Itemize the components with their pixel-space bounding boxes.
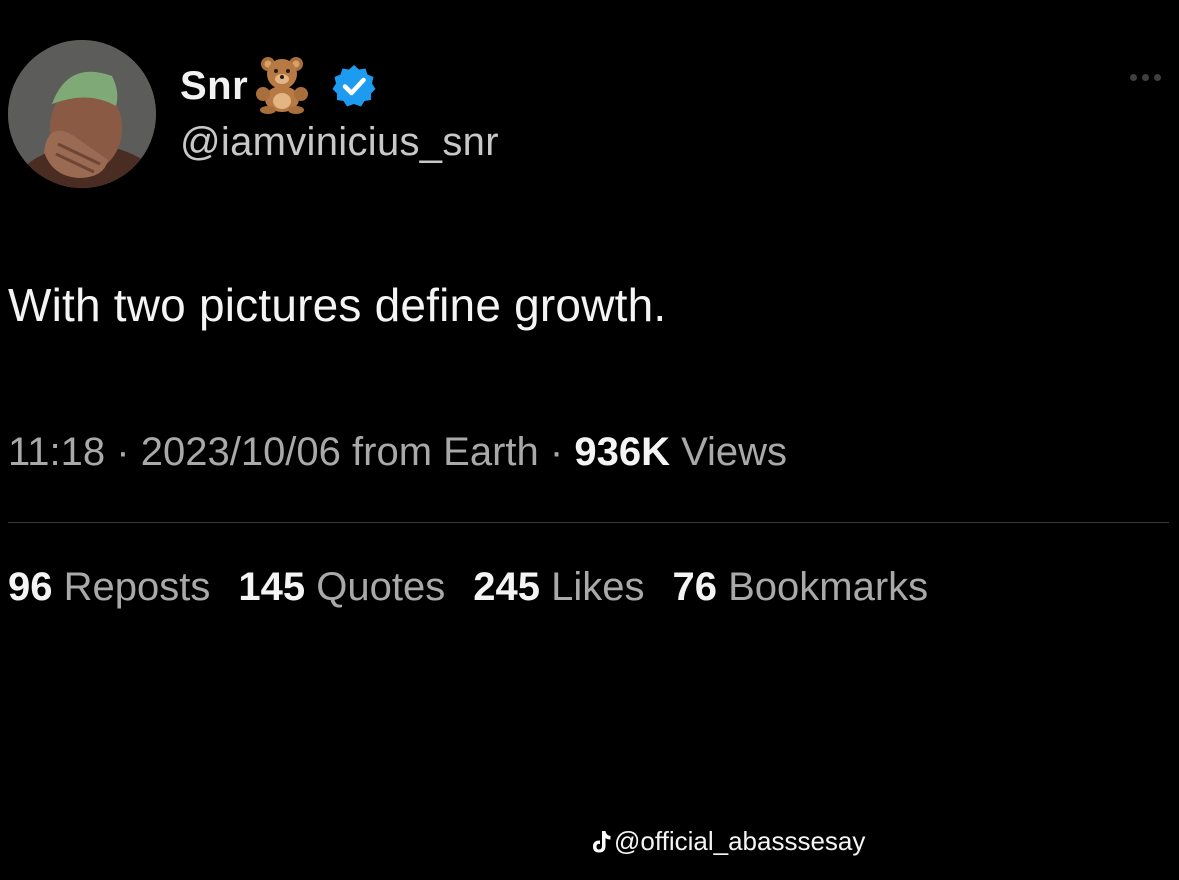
- verified-badge-icon[interactable]: [330, 62, 378, 110]
- stat-count: 96: [8, 565, 53, 609]
- tweet-meta: 11:18 · 2023/10/06 from Earth · 936K Vie…: [8, 430, 787, 475]
- watermark-text: @official_abasssesay: [614, 826, 866, 856]
- stat-label: Likes: [551, 565, 645, 609]
- stat-reposts[interactable]: 96 Reposts: [8, 565, 210, 610]
- views-label: Views: [681, 430, 788, 474]
- stat-label: Reposts: [63, 565, 211, 609]
- divider: [8, 522, 1169, 523]
- stat-bookmarks[interactable]: 76 Bookmarks: [672, 565, 928, 610]
- engagement-stats: 96 Reposts 145 Quotes 245 Likes 76 Bookm…: [8, 565, 928, 610]
- tweet-text: With two pictures define growth.: [8, 279, 667, 331]
- author-handle[interactable]: @iamvinicius_snr: [180, 120, 499, 165]
- stat-count: 76: [672, 565, 717, 609]
- views-count: 936K: [574, 430, 670, 474]
- tiktok-logo-icon: [593, 830, 611, 852]
- more-options-icon[interactable]: [1130, 74, 1161, 81]
- teddy-bear-icon: [256, 57, 309, 114]
- display-name[interactable]: Snr: [180, 64, 248, 109]
- stat-likes[interactable]: 245 Likes: [473, 565, 644, 610]
- tiktok-watermark: @official_abasssesay: [590, 826, 865, 857]
- person-facepalm-avatar: [8, 40, 156, 188]
- stat-label: Quotes: [316, 565, 446, 609]
- tweet-time[interactable]: 11:18: [8, 430, 105, 474]
- meta-separator: ·: [116, 430, 130, 474]
- stat-quotes[interactable]: 145 Quotes: [238, 565, 445, 610]
- stat-count: 145: [238, 565, 306, 609]
- meta-separator: ·: [549, 430, 564, 474]
- stat-count: 245: [473, 565, 540, 609]
- more-dot: [1130, 74, 1137, 81]
- avatar[interactable]: [8, 40, 156, 188]
- stat-label: Bookmarks: [728, 565, 929, 609]
- more-dot: [1142, 74, 1149, 81]
- more-dot: [1154, 74, 1161, 81]
- author-name-row: Snr: [180, 57, 378, 114]
- tweet-date[interactable]: 2023/10/06 from Earth: [141, 430, 539, 474]
